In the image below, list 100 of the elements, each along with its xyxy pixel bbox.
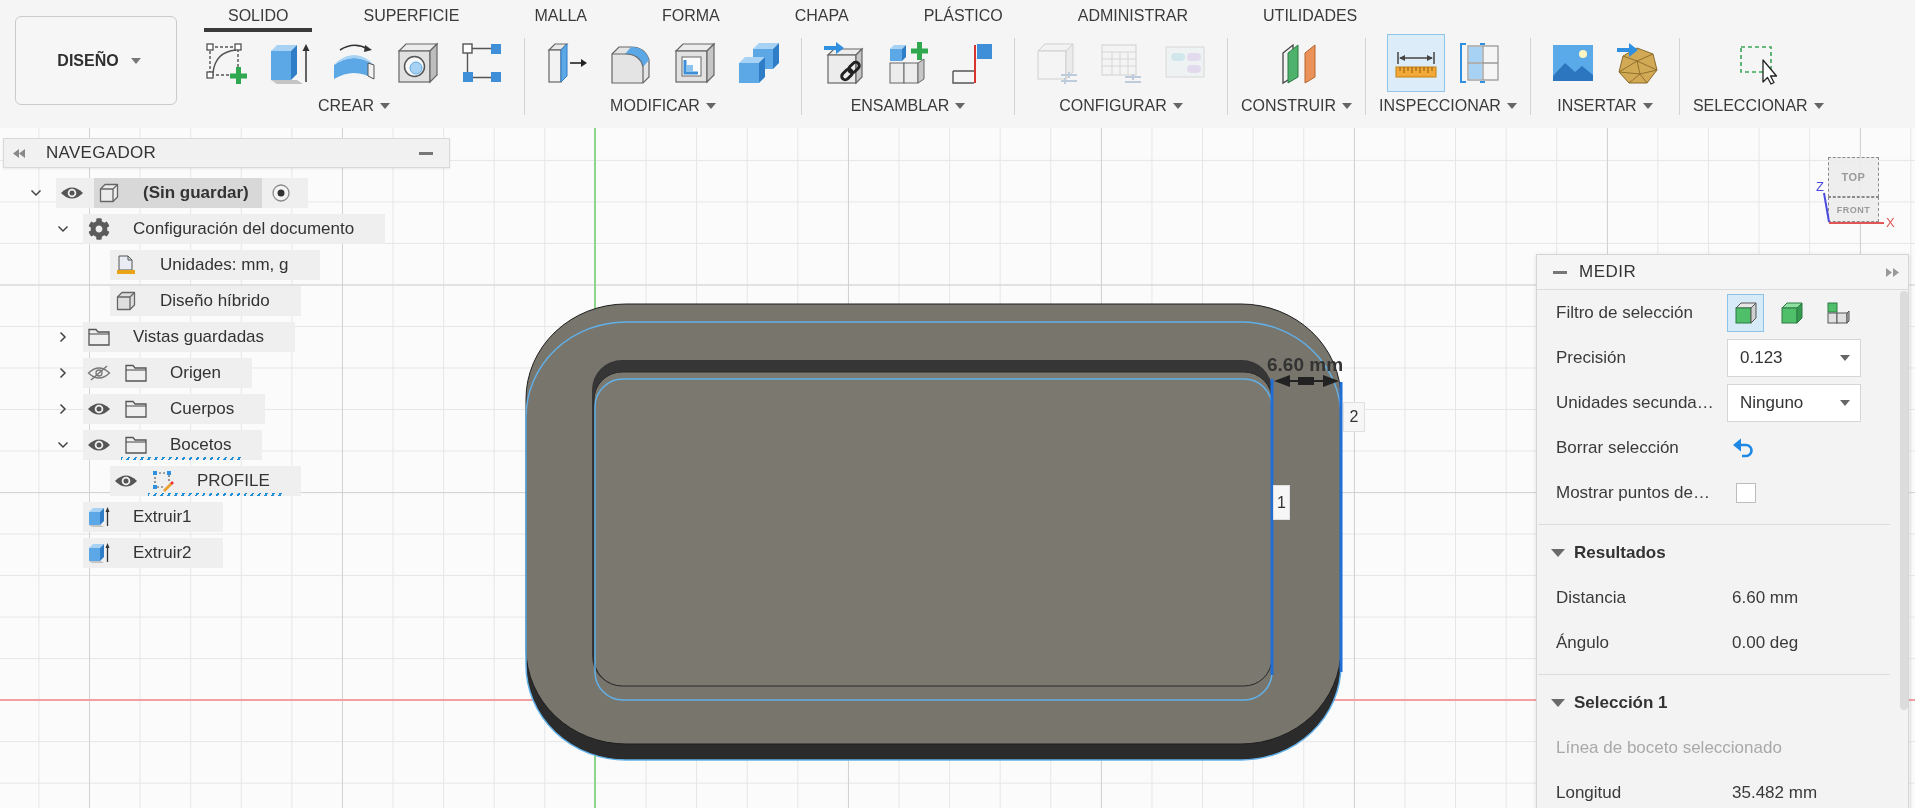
box-arrow-icon bbox=[88, 506, 110, 528]
minus-icon[interactable] bbox=[1553, 270, 1567, 274]
panel-title: MEDIR bbox=[1579, 262, 1638, 282]
tree-item[interactable]: Vistas guardadas bbox=[83, 322, 296, 352]
tree-item[interactable]: Configuración del documento bbox=[83, 214, 386, 244]
dimension-arrow bbox=[1274, 375, 1339, 387]
tool-group-menu[interactable]: CREAR bbox=[318, 96, 390, 116]
folder-icon bbox=[125, 436, 147, 454]
settings-icon bbox=[88, 218, 110, 240]
double-chevron-icon[interactable] bbox=[13, 148, 25, 158]
solid-cube-icon[interactable] bbox=[1778, 299, 1805, 326]
square-pattern-icon[interactable] bbox=[460, 41, 504, 85]
radio-icon[interactable] bbox=[271, 184, 290, 202]
hollow-cube-icon[interactable] bbox=[673, 41, 717, 85]
tree-item[interactable]: (Sin guardar) bbox=[56, 178, 308, 208]
result-label: Distancia bbox=[1556, 587, 1627, 608]
triangle-icon bbox=[1551, 547, 1565, 558]
result-label: Longitud bbox=[1556, 782, 1623, 803]
section-grid-icon[interactable] bbox=[1458, 41, 1502, 85]
caret-icon bbox=[1342, 103, 1353, 109]
result-value: 6.60 mm bbox=[1732, 587, 1800, 608]
minus-icon[interactable] bbox=[419, 151, 433, 155]
field-label: Unidades secunda… bbox=[1556, 392, 1715, 413]
cube-outline-icon bbox=[99, 183, 119, 203]
tree-item[interactable]: PROFILE bbox=[110, 466, 301, 496]
ribbon-tab[interactable]: FORMA bbox=[637, 0, 744, 32]
ribbon-tab[interactable]: ADMINISTRAR bbox=[1053, 0, 1213, 32]
tool-group-menu[interactable]: INSERTAR bbox=[1557, 96, 1653, 116]
field-label: Borrar selección bbox=[1556, 437, 1680, 458]
cube-hole-icon[interactable] bbox=[396, 41, 440, 85]
tree-item[interactable]: Unidades: mm, g bbox=[110, 250, 320, 280]
tool-group-menu[interactable]: INSPECCIONAR bbox=[1379, 96, 1517, 116]
chevron-icon[interactable] bbox=[29, 187, 42, 199]
tree-item[interactable]: Extruir1 bbox=[83, 502, 223, 532]
filter-option-button[interactable] bbox=[1727, 293, 1764, 332]
caret-icon bbox=[1840, 399, 1850, 406]
box-push-icon[interactable] bbox=[545, 41, 589, 85]
chevron-icon[interactable] bbox=[56, 223, 69, 235]
selected-edge[interactable] bbox=[1270, 379, 1274, 675]
ribbon-tab[interactable]: MALLA bbox=[510, 0, 611, 32]
triangle-icon bbox=[1551, 697, 1565, 708]
tool-group-menu[interactable]: MODIFICAR bbox=[610, 96, 716, 116]
ribbon-tab[interactable]: SOLIDO bbox=[204, 0, 313, 32]
eye-icon[interactable] bbox=[60, 185, 84, 201]
field-label: Precisión bbox=[1556, 347, 1627, 368]
caret-icon bbox=[1172, 103, 1183, 109]
ribbon-tab[interactable]: CHAPA bbox=[770, 0, 873, 32]
document-ruler-icon bbox=[116, 255, 136, 275]
tool-group-menu[interactable]: SELECCIONAR bbox=[1692, 96, 1824, 116]
cube-plus-icon[interactable] bbox=[886, 41, 930, 85]
double-chevron-icon[interactable] bbox=[1886, 267, 1899, 277]
eye-icon[interactable] bbox=[114, 473, 138, 489]
caret-icon bbox=[380, 103, 390, 109]
eye-icon[interactable] bbox=[87, 401, 111, 417]
tree-item[interactable]: Origen bbox=[83, 358, 253, 388]
tree-item[interactable]: Diseño híbrido bbox=[110, 286, 301, 316]
eye-icon[interactable] bbox=[87, 437, 111, 453]
scrollbar[interactable] bbox=[1900, 291, 1908, 710]
caret-icon bbox=[1642, 103, 1653, 109]
result-value: 0.00 deg bbox=[1732, 632, 1800, 653]
point-tag: 1 bbox=[1273, 485, 1290, 520]
undo-icon[interactable] bbox=[1733, 437, 1755, 458]
box-arrow-icon bbox=[88, 542, 110, 564]
caret-icon bbox=[130, 57, 141, 64]
sketch-plus-icon[interactable] bbox=[204, 41, 248, 85]
tool-group-menu[interactable]: CONFIGURAR bbox=[1059, 96, 1183, 116]
ribbon-tab[interactable]: SUPERFICIE bbox=[339, 0, 484, 32]
folder-icon bbox=[125, 364, 147, 382]
folder-icon bbox=[125, 400, 147, 418]
stacked-cubes-icon[interactable] bbox=[737, 41, 781, 85]
ribbon-tab[interactable]: PLÁSTICO bbox=[899, 0, 1027, 32]
result-value: 35.482 mm bbox=[1732, 782, 1819, 803]
caret-icon bbox=[1840, 354, 1850, 361]
tree-item[interactable]: Extruir2 bbox=[83, 538, 223, 568]
tree-item[interactable]: Cuerpos bbox=[83, 394, 266, 424]
active-tool-button[interactable] bbox=[1387, 34, 1445, 92]
checkbox[interactable] bbox=[1736, 482, 1756, 503]
tool-group-menu[interactable]: ENSAMBLAR bbox=[850, 96, 966, 116]
z-axis-line bbox=[1823, 192, 1830, 223]
mesh-ball-icon[interactable] bbox=[1614, 41, 1659, 85]
eye-off-icon[interactable] bbox=[87, 365, 111, 381]
folder-icon bbox=[88, 328, 110, 346]
cube-face-icon[interactable] bbox=[1732, 299, 1759, 326]
section-header[interactable]: Selección 1 bbox=[1537, 680, 1895, 725]
tree-item[interactable]: Bocetos bbox=[83, 430, 263, 460]
axis-label: Z bbox=[1816, 180, 1824, 194]
square-line-icon[interactable] bbox=[950, 41, 994, 85]
caret-icon bbox=[1506, 103, 1517, 109]
chevron-icon[interactable] bbox=[56, 439, 69, 451]
navigator-title: NAVEGADOR bbox=[46, 143, 158, 163]
ribbon-tab[interactable]: UTILIDADES bbox=[1239, 0, 1382, 32]
workspace-menu-button[interactable]: DISEÑO bbox=[15, 16, 177, 105]
cube-stack-icon[interactable] bbox=[1824, 299, 1851, 326]
dropdown-field[interactable]: 0.123 bbox=[1727, 338, 1861, 377]
result-label: Ángulo bbox=[1556, 632, 1610, 653]
section-header[interactable]: Resultados bbox=[1537, 530, 1895, 575]
tool-group-menu[interactable]: CONSTRUIR bbox=[1241, 96, 1353, 116]
dropdown-field[interactable]: Ninguno bbox=[1727, 383, 1861, 422]
link-box-icon[interactable] bbox=[822, 41, 866, 85]
selected-edge[interactable] bbox=[1339, 382, 1343, 672]
